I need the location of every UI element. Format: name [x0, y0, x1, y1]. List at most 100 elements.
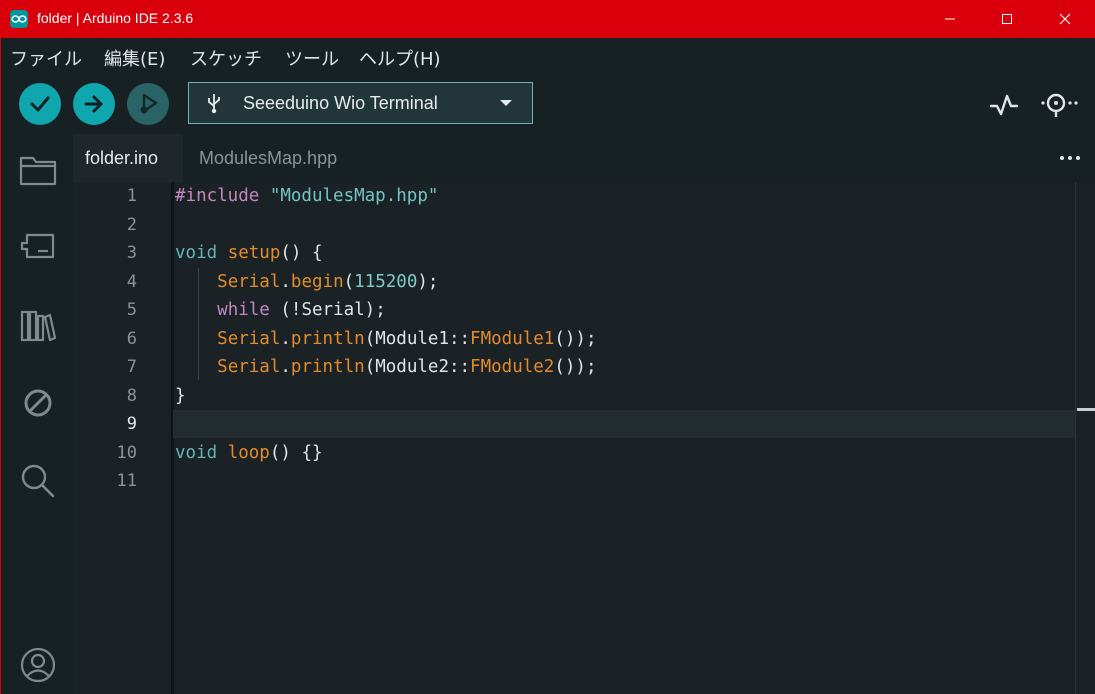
folder-icon [19, 156, 57, 186]
code-token: (Module2:: [364, 357, 471, 377]
code-token: #include [175, 186, 270, 206]
line-gutter: 1 2 3 4 5 6 7 8 9 10 11 [73, 182, 173, 694]
caret-down-icon [500, 100, 512, 106]
vertical-scrollbar[interactable] [1075, 182, 1095, 694]
code-token: . [280, 328, 291, 349]
code-token: while [217, 300, 270, 320]
ellipsis-icon [1060, 156, 1080, 160]
line-number: 7 [126, 357, 137, 377]
more-tabs-button[interactable] [1055, 148, 1085, 168]
verify-button[interactable] [19, 83, 61, 125]
menu-tools[interactable]: ツール [285, 45, 339, 71]
sidebar-item-sketchbook[interactable] [18, 150, 58, 190]
board-name: Seeeduino Wio Terminal [243, 93, 438, 113]
serial-monitor-icon [1041, 93, 1078, 117]
arduino-icon [10, 10, 28, 28]
current-line-highlight [173, 410, 1075, 438]
serial-monitor-button[interactable] [1037, 88, 1079, 122]
line-number: 5 [126, 300, 137, 320]
code-token: () { [280, 243, 323, 263]
code-token: (!Serial); [269, 300, 386, 320]
menu-help[interactable]: ヘルプ(H) [359, 45, 441, 71]
code-token: setup [227, 243, 281, 263]
code-line[interactable]: void loop() {} [175, 443, 323, 463]
title-bar: folder | Arduino IDE 2.3.6 [0, 0, 1095, 38]
board-manager-icon [20, 233, 55, 259]
code-token: ( [343, 271, 355, 292]
code-editor[interactable]: 1 2 3 4 5 6 7 8 9 10 11 #include "ModulesMap.hpp" v… [73, 182, 1095, 694]
line-number: 6 [126, 328, 137, 349]
line-number: 8 [126, 385, 137, 406]
code-token: . [280, 357, 291, 377]
board-selector[interactable]: Seeeduino Wio Terminal [188, 82, 533, 124]
code-token: } [175, 385, 186, 406]
debug-icon [140, 93, 158, 114]
account-icon [20, 647, 56, 683]
code-token: ()); [554, 357, 597, 377]
close-button[interactable] [1038, 0, 1092, 38]
code-token: ); [417, 271, 439, 292]
code-token: begin [290, 271, 344, 292]
sidebar-item-boards-manager[interactable] [18, 227, 58, 267]
gutter-divider [171, 182, 174, 694]
code-line[interactable]: while (!Serial); [175, 300, 386, 320]
minimize-icon [945, 18, 955, 20]
menu-sketch[interactable]: スケッチ [190, 45, 262, 71]
code-token: println [290, 357, 365, 377]
toolbar: Seeeduino Wio Terminal [0, 74, 1095, 134]
code-line[interactable]: Serial.println(Module1::FModule1()); [175, 328, 597, 349]
code-token: FModule1 [470, 328, 555, 349]
code-line[interactable]: } [175, 386, 186, 406]
tab-modulesmap-hpp[interactable]: ModulesMap.hpp [183, 134, 379, 182]
search-icon [21, 464, 55, 498]
check-icon [30, 96, 50, 112]
code-token: Serial [217, 357, 281, 377]
serial-plotter-button[interactable] [987, 88, 1021, 122]
line-number: 4 [126, 271, 137, 292]
tab-label: ModulesMap.hpp [199, 147, 338, 168]
maximize-icon [1002, 14, 1012, 24]
arrow-right-icon [84, 95, 103, 113]
debug-button[interactable] [127, 83, 169, 125]
window-title: folder | Arduino IDE 2.3.6 [37, 10, 194, 26]
close-icon [1059, 13, 1071, 25]
line-number: 10 [116, 442, 137, 463]
sidebar-item-library-manager[interactable] [18, 305, 58, 345]
sidebar-item-search[interactable] [18, 461, 58, 501]
menu-bar: ファイル 編集(E) スケッチ ツール ヘルプ(H) [0, 38, 1095, 74]
minimize-button[interactable] [923, 0, 977, 38]
tabbar-filler [379, 134, 1095, 182]
sidebar-item-debug[interactable] [18, 383, 58, 423]
code-token: void [175, 243, 228, 263]
code-token: 115200 [354, 271, 418, 292]
library-icon [20, 310, 57, 342]
line-number: 1 [126, 186, 137, 206]
code-line[interactable]: Serial.begin(115200); [175, 272, 438, 292]
line-number: 2 [126, 214, 137, 235]
code-token: loop [227, 442, 270, 463]
maximize-button[interactable] [980, 0, 1034, 38]
code-token: void [175, 442, 228, 463]
line-number: 9 [126, 414, 137, 434]
tab-label: folder.ino [85, 147, 159, 168]
menu-edit[interactable]: 編集(E) [104, 45, 165, 71]
code-token: ()); [554, 328, 597, 349]
debug-off-icon [24, 389, 52, 417]
code-line[interactable]: #include "ModulesMap.hpp" [175, 186, 438, 206]
code-token: "ModulesMap.hpp" [269, 186, 439, 206]
editor-tabs: folder.ino ModulesMap.hpp [73, 134, 1095, 182]
tab-folder-ino[interactable]: folder.ino [73, 134, 183, 182]
code-line[interactable]: Serial.println(Module2::FModule2()); [175, 357, 597, 377]
upload-button[interactable] [73, 83, 115, 125]
sidebar-item-account[interactable] [18, 645, 58, 685]
code-token: Serial [217, 328, 281, 349]
code-token: println [290, 328, 365, 349]
code-token: FModule2 [470, 357, 555, 377]
menu-file[interactable]: ファイル [10, 45, 82, 71]
code-line[interactable]: void setup() { [175, 243, 323, 263]
code-token: . [280, 271, 291, 292]
